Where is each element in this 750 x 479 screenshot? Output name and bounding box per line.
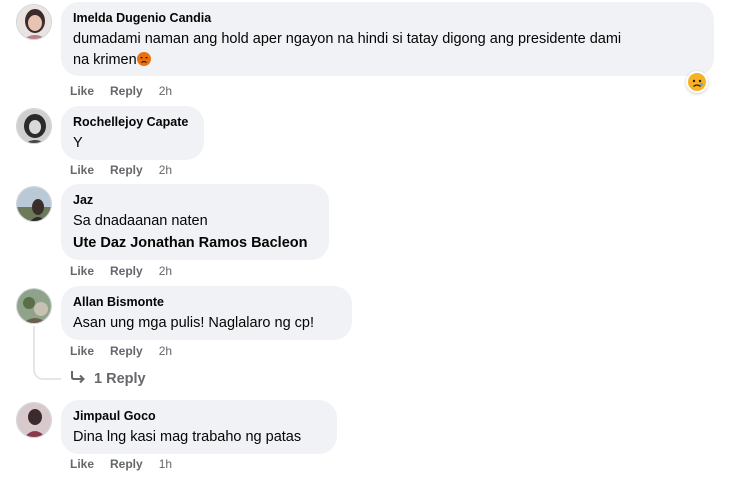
comment-text: Y [73, 135, 83, 151]
comment-author[interactable]: Rochellejoy Capate [73, 114, 192, 130]
timestamp[interactable]: 2h [159, 264, 172, 278]
sad-face-reaction-icon[interactable] [686, 71, 708, 93]
avatar[interactable] [16, 186, 52, 222]
comment-actions: Like Reply 2h [70, 264, 172, 278]
like-link[interactable]: Like [70, 457, 94, 471]
comment-actions: Like Reply 2h [70, 344, 172, 358]
avatar[interactable] [16, 288, 52, 324]
comment-text: Dina lng kasi mag trabaho ng patas [73, 429, 302, 445]
comment-text: dumadami naman ang hold aper ngayon na h… [73, 29, 702, 73]
comment-author[interactable]: Imelda Dugenio Candia [73, 10, 702, 26]
reply-link[interactable]: Reply [110, 457, 143, 471]
thread-line-curve [33, 368, 61, 380]
like-link[interactable]: Like [70, 344, 94, 358]
timestamp[interactable]: 1h [159, 457, 172, 471]
comment-author[interactable]: Allan Bismonte [73, 294, 340, 310]
timestamp[interactable]: 2h [159, 163, 172, 177]
replies-count[interactable]: 1 Reply [94, 371, 146, 387]
like-link[interactable]: Like [70, 163, 94, 177]
comment-author[interactable]: Jimpaul Goco [73, 408, 325, 424]
comment-text: Sa dnadaanan naten [73, 213, 208, 229]
reply-link[interactable]: Reply [110, 344, 143, 358]
view-replies-link[interactable]: 1 Reply [70, 370, 146, 388]
reply-link[interactable]: Reply [110, 264, 143, 278]
reply-link[interactable]: Reply [110, 84, 143, 98]
comment-author[interactable]: Jaz [73, 192, 317, 208]
comment-text: Asan ung mga pulis! Naglalaro ng cp! [73, 315, 315, 331]
comment-actions: Like Reply 1h [70, 457, 172, 471]
like-link[interactable]: Like [70, 84, 94, 98]
like-link[interactable]: Like [70, 264, 94, 278]
mention-link[interactable]: Ute Daz Jonathan Ramos Bacleon [73, 232, 317, 254]
comment-bubble: Rochellejoy Capate Y [61, 106, 204, 160]
comment-bubble: Allan Bismonte Asan ung mga pulis! Nagla… [61, 286, 352, 340]
comment-bubble: Jimpaul Goco Dina lng kasi mag trabaho n… [61, 400, 337, 454]
comment-actions: Like Reply 2h [70, 84, 172, 98]
angry-face-icon [136, 52, 151, 73]
timestamp[interactable]: 2h [159, 84, 172, 98]
comment-actions: Like Reply 2h [70, 163, 172, 177]
thread-line [33, 326, 35, 370]
avatar[interactable] [16, 108, 52, 144]
timestamp[interactable]: 2h [159, 344, 172, 358]
avatar[interactable] [16, 402, 52, 438]
comment-bubble: Jaz Sa dnadaanan naten Ute Daz Jonathan … [61, 184, 329, 260]
reply-link[interactable]: Reply [110, 163, 143, 177]
avatar[interactable] [16, 4, 52, 40]
comment-bubble: Imelda Dugenio Candia dumadami naman ang… [61, 2, 714, 76]
reply-arrow-icon [70, 370, 86, 388]
